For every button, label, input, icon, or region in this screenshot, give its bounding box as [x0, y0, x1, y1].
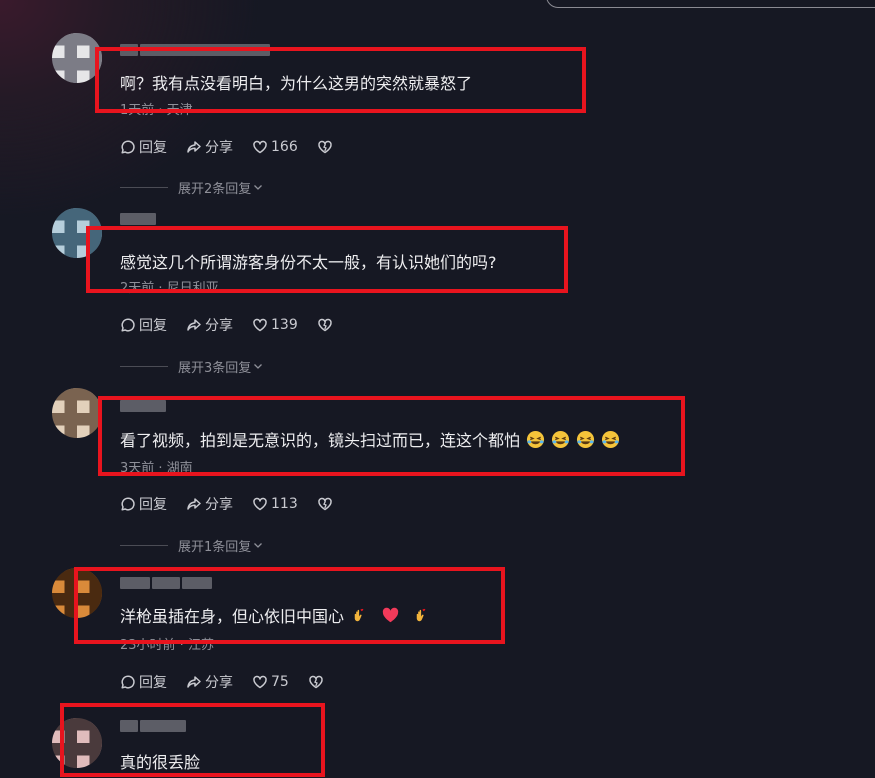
heart-outline-icon: [253, 318, 267, 332]
dislike-button[interactable]: [308, 674, 327, 690]
expand-replies[interactable]: 展开2条回复: [120, 178, 263, 197]
like-button[interactable]: 139: [252, 317, 298, 333]
highlight-box: [74, 567, 505, 644]
reply-button[interactable]: 回复: [120, 137, 167, 157]
heart-outline-icon: [253, 497, 267, 511]
divider-line: [120, 365, 168, 367]
share-label: 分享: [205, 497, 233, 513]
comment-bubble-icon: [121, 497, 135, 511]
like-count: 166: [271, 139, 298, 155]
comment-actions: 回复 分享 139: [120, 315, 355, 335]
dislike-button[interactable]: [317, 317, 336, 333]
comment-actions: 回复 分享 166: [120, 137, 355, 157]
dislike-button[interactable]: [317, 139, 336, 155]
share-arrow-icon: [187, 319, 201, 331]
username-redacted[interactable]: [120, 213, 156, 225]
avatar[interactable]: [52, 388, 102, 438]
broken-heart-icon: [317, 318, 332, 332]
reply-label: 回复: [139, 140, 167, 156]
highlight-box: [60, 703, 325, 777]
comment-bubble-icon: [121, 675, 135, 689]
like-count: 113: [271, 496, 298, 512]
expand-label: 展开1条回复: [178, 539, 252, 555]
share-button[interactable]: 分享: [186, 137, 233, 157]
chevron-down-icon: [254, 543, 263, 548]
share-arrow-icon: [187, 676, 201, 688]
broken-heart-icon: [317, 497, 332, 511]
like-button[interactable]: 75: [252, 674, 289, 690]
comment-actions: 回复 分享 113: [120, 494, 355, 514]
share-label: 分享: [205, 675, 233, 691]
share-label: 分享: [205, 140, 233, 156]
highlight-box: [86, 226, 568, 293]
share-label: 分享: [205, 318, 233, 334]
highlight-box: [98, 396, 685, 476]
comment-bubble-icon: [121, 318, 135, 332]
divider-line: [120, 186, 168, 188]
search-box[interactable]: [546, 0, 875, 8]
reply-button[interactable]: 回复: [120, 494, 167, 514]
expand-replies[interactable]: 展开1条回复: [120, 536, 263, 555]
share-arrow-icon: [187, 498, 201, 510]
reply-label: 回复: [139, 318, 167, 334]
heart-outline-icon: [253, 140, 267, 154]
like-button[interactable]: 113: [252, 496, 298, 512]
reply-button[interactable]: 回复: [120, 315, 167, 335]
share-button[interactable]: 分享: [186, 672, 233, 692]
broken-heart-icon: [309, 675, 323, 689]
divider-line: [120, 544, 168, 546]
broken-heart-icon: [317, 140, 332, 154]
reply-label: 回复: [139, 497, 167, 513]
expand-replies[interactable]: 展开3条回复: [120, 357, 263, 376]
share-arrow-icon: [187, 141, 201, 153]
comment-bubble-icon: [121, 140, 135, 154]
comment-actions: 回复 分享 75: [120, 672, 346, 692]
like-button[interactable]: 166: [252, 139, 298, 155]
share-button[interactable]: 分享: [186, 315, 233, 335]
highlight-box: [95, 47, 586, 113]
dislike-button[interactable]: [317, 496, 336, 512]
expand-label: 展开3条回复: [178, 360, 252, 376]
reply-button[interactable]: 回复: [120, 672, 167, 692]
avatar-pixelated: [52, 388, 102, 438]
like-count: 139: [271, 317, 298, 333]
chevron-down-icon: [254, 185, 263, 190]
share-button[interactable]: 分享: [186, 494, 233, 514]
like-count: 75: [271, 674, 289, 690]
reply-label: 回复: [139, 675, 167, 691]
heart-outline-icon: [253, 675, 267, 689]
expand-label: 展开2条回复: [178, 181, 252, 197]
chevron-down-icon: [254, 364, 263, 369]
